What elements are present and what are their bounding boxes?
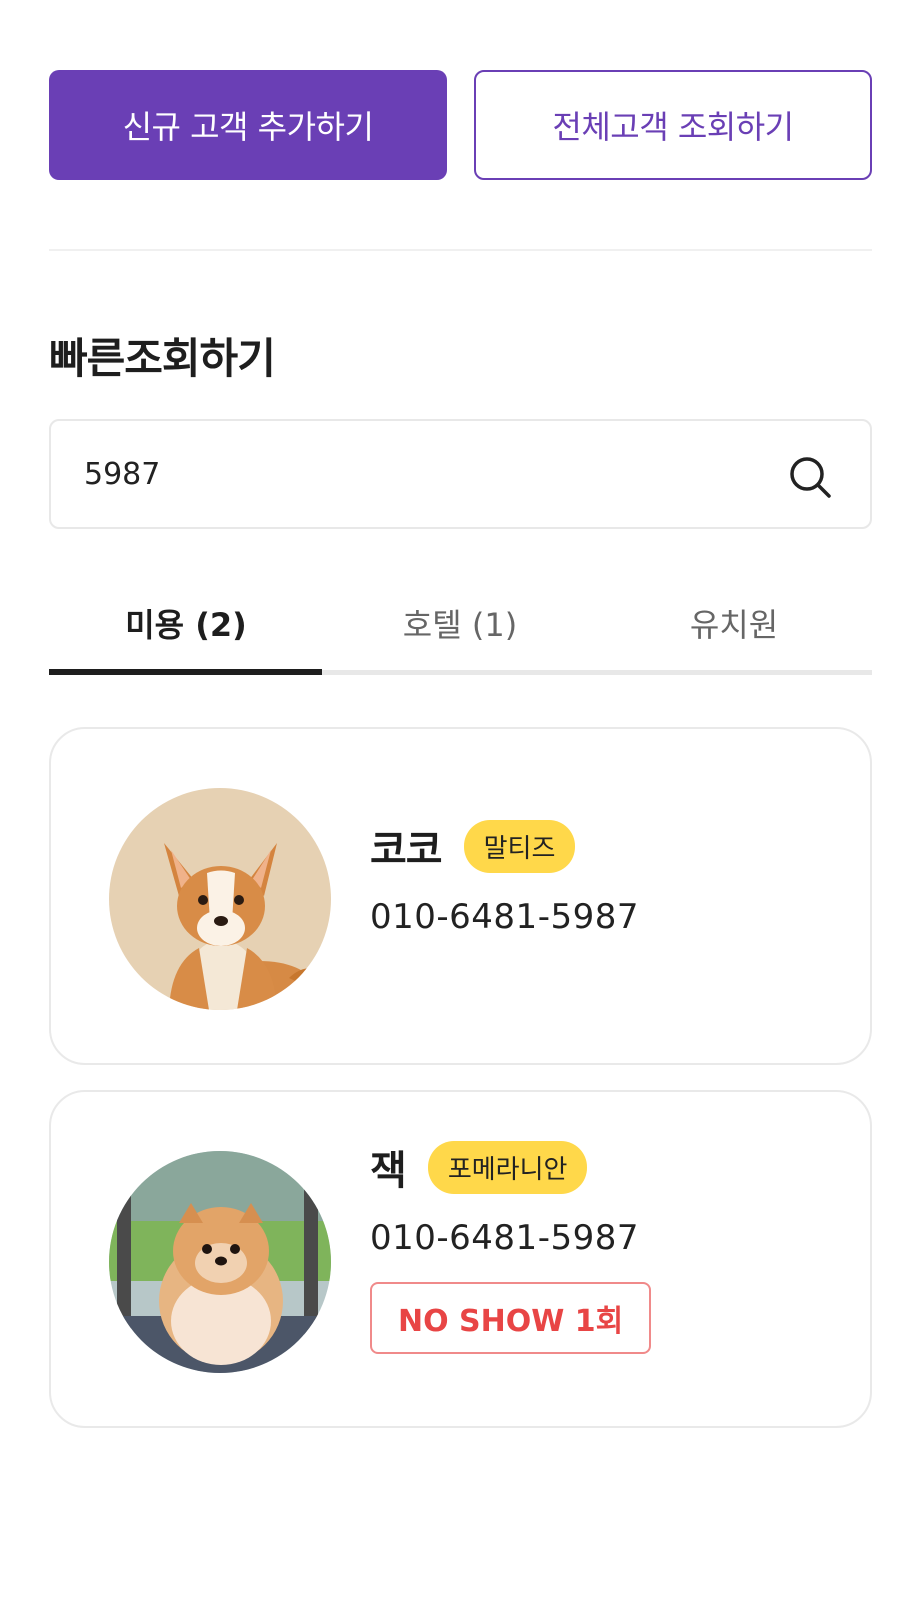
tab-active-indicator — [49, 669, 322, 675]
phone-number: 010-6481-5987 — [370, 897, 639, 937]
tab-kindergarten[interactable]: 유치원 — [597, 590, 871, 676]
tab-grooming[interactable]: 미용 (2) — [49, 590, 323, 676]
quick-search-title: 빠른조회하기 — [49, 334, 276, 383]
noshow-badge: NO SHOW 1회 — [370, 1282, 652, 1354]
customer-info: 잭 포메라니안 010-6481-5987 NO SHOW 1회 — [370, 1138, 652, 1354]
service-tabs: 미용 (2) 호텔 (1) 유치원 — [49, 590, 872, 676]
pet-name: 잭 — [370, 1148, 407, 1194]
pet-name: 코코 — [370, 827, 443, 873]
tab-hotel[interactable]: 호텔 (1) — [323, 590, 597, 676]
customer-info: 코코 말티즈 010-6481-5987 — [370, 817, 639, 937]
phone-number: 010-6481-5987 — [370, 1218, 639, 1258]
name-row: 코코 말티즈 — [370, 817, 639, 875]
add-customer-button[interactable]: 신규 고객 추가하기 — [49, 70, 447, 180]
search-box — [49, 419, 872, 529]
pet-avatar — [109, 1151, 331, 1373]
customer-card[interactable]: 잭 포메라니안 010-6481-5987 NO SHOW 1회 — [49, 1090, 872, 1428]
breed-badge: 포메라니안 — [427, 1140, 588, 1194]
pet-avatar — [109, 788, 331, 1010]
breed-badge: 말티즈 — [463, 819, 576, 873]
name-row: 잭 포메라니안 — [370, 1138, 651, 1196]
customer-card[interactable]: 코코 말티즈 010-6481-5987 — [49, 727, 872, 1065]
search-input[interactable] — [84, 456, 734, 492]
search-icon[interactable] — [788, 455, 832, 499]
view-all-customers-button[interactable]: 전체고객 조회하기 — [474, 70, 872, 180]
divider — [49, 249, 872, 251]
customer-search-page: 신규 고객 추가하기 전체고객 조회하기 빠른조회하기 미용 (2) 호텔 (1… — [0, 0, 921, 1608]
